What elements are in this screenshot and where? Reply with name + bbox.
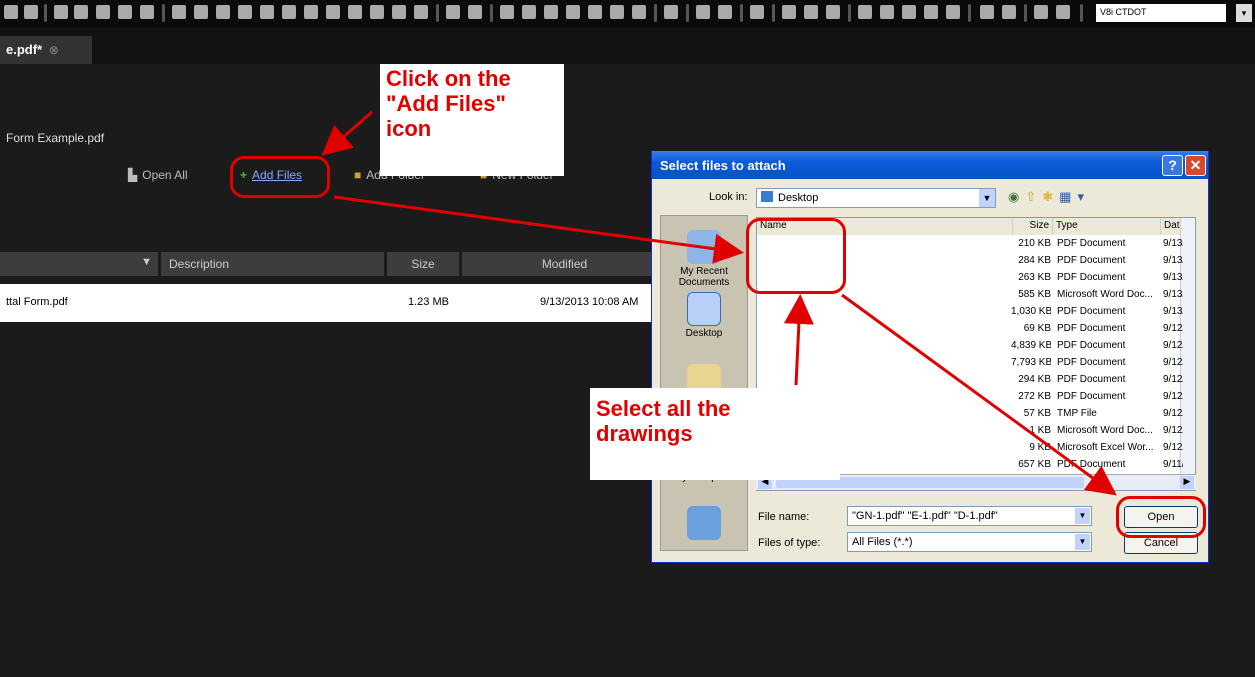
arrow-to-files: [333, 195, 744, 264]
arrow-to-open: [841, 293, 1117, 496]
arrow-to-add-files: [321, 110, 373, 156]
annotation-arrows: [321, 110, 1117, 496]
app-window: V8i CTDOT ▾ e.pdf* ⊗ Form Example.pdf ▙ O…: [0, 0, 1255, 677]
arrow-to-selection: [783, 294, 814, 386]
